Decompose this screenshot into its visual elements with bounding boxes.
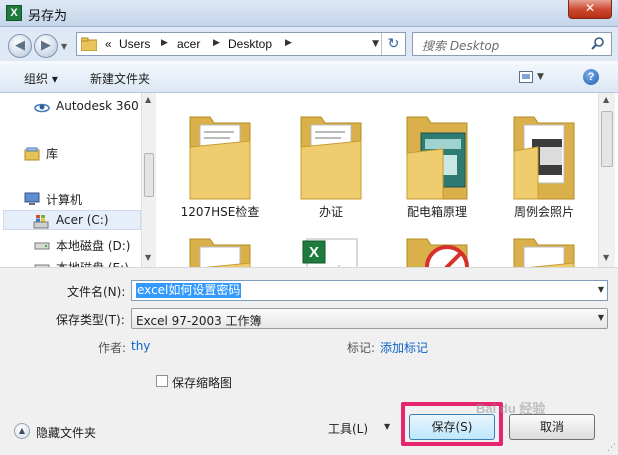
refresh-icon[interactable]: ↻ bbox=[381, 33, 405, 55]
folder-icon bbox=[513, 116, 575, 200]
help-icon[interactable]: ? bbox=[583, 69, 599, 85]
watermark-logo: Bai du 经验 bbox=[476, 401, 546, 416]
save-button[interactable]: 保存(S) bbox=[409, 414, 495, 440]
filename-field[interactable]: excel如何设置密码 ▼ bbox=[131, 280, 608, 301]
scroll-thumb[interactable] bbox=[144, 153, 154, 197]
breadcrumb-acer[interactable]: acer bbox=[177, 37, 200, 51]
save-options-panel: 文件名(N): excel如何设置密码 ▼ 保存类型(T): Excel 97-… bbox=[0, 267, 618, 455]
search-box[interactable]: 搜索 Desktop bbox=[412, 32, 612, 56]
file-item-distribution-box[interactable]: 配电箱原理 bbox=[389, 93, 485, 219]
folder-icon bbox=[406, 238, 469, 267]
filetype-label: 保存类型(T): bbox=[56, 313, 125, 327]
file-item[interactable]: X bbox=[283, 215, 379, 267]
tags-value[interactable]: 添加标记 bbox=[380, 339, 428, 356]
scroll-thumb[interactable] bbox=[601, 111, 613, 167]
excel-app-icon: X bbox=[6, 5, 22, 21]
windows-drive-icon bbox=[33, 215, 49, 229]
excel-file-icon: X bbox=[302, 238, 358, 267]
navigation-bar: ◀ ▶ ▼ « Users ▶ acer ▶ Desktop ▶ ▼ ↻ 搜索 … bbox=[0, 27, 618, 61]
large-icons-icon bbox=[519, 71, 533, 83]
scroll-up-icon[interactable]: ▲ bbox=[603, 95, 609, 104]
tags-label: 标记: bbox=[347, 341, 376, 355]
chevron-up-icon: ▲ bbox=[14, 423, 30, 439]
new-folder-button[interactable]: 新建文件夹 bbox=[90, 70, 150, 87]
hide-folders-label: 隐藏文件夹 bbox=[36, 426, 97, 440]
chevron-right-icon[interactable]: ▶ bbox=[213, 38, 220, 48]
breadcrumb-overflow[interactable]: « bbox=[105, 37, 112, 51]
scroll-up-icon[interactable]: ▲ bbox=[145, 95, 151, 104]
author-label: 作者: bbox=[98, 341, 127, 355]
search-icon[interactable] bbox=[591, 36, 605, 50]
file-list-scrollbar[interactable]: ▲ ▼ bbox=[598, 93, 615, 267]
chevron-right-icon[interactable]: ▶ bbox=[285, 38, 292, 48]
navigation-pane: Autodesk 360 库 计算机 Acer (C:) 本地磁盘 (D:) ▲… bbox=[0, 93, 156, 267]
folder-icon bbox=[513, 238, 575, 267]
command-bar: 组织 ▾ 新建文件夹 ▼ ? bbox=[0, 61, 618, 93]
organize-menu[interactable]: 组织 ▾ bbox=[24, 70, 58, 87]
filetype-select[interactable]: Excel 97-2003 工作簿 ▼ bbox=[131, 308, 608, 329]
library-icon bbox=[24, 147, 40, 161]
filename-input[interactable]: excel如何设置密码 bbox=[136, 283, 242, 298]
recent-locations-dropdown[interactable]: ▼ bbox=[61, 42, 67, 51]
folder-icon bbox=[189, 116, 251, 200]
filetype-value: Excel 97-2003 工作簿 bbox=[136, 314, 262, 328]
file-item[interactable] bbox=[389, 215, 485, 267]
folder-icon bbox=[300, 116, 362, 200]
file-item-weekly-photos[interactable]: 周例会照片 bbox=[496, 93, 592, 219]
autodesk-360-icon bbox=[34, 103, 50, 113]
file-item[interactable] bbox=[496, 215, 592, 267]
file-item-1207hse[interactable]: 1207HSE检查 bbox=[172, 93, 268, 219]
breadcrumb-desktop[interactable]: Desktop bbox=[228, 37, 272, 51]
filename-label: 文件名(N): bbox=[67, 285, 126, 299]
search-input[interactable]: 搜索 Desktop bbox=[422, 37, 499, 54]
scroll-down-icon[interactable]: ▼ bbox=[145, 253, 151, 262]
chevron-right-icon[interactable]: ▶ bbox=[161, 38, 168, 48]
forward-button[interactable]: ▶ bbox=[34, 34, 58, 58]
scroll-down-icon[interactable]: ▼ bbox=[603, 253, 609, 262]
save-thumbnail-checkbox[interactable] bbox=[156, 375, 168, 387]
title-bar: X 另存为 ✕ bbox=[0, 0, 618, 27]
folder-icon bbox=[189, 238, 251, 267]
file-item[interactable] bbox=[172, 215, 268, 267]
file-item-banzheng[interactable]: 办证 bbox=[283, 93, 379, 219]
address-dropdown-icon[interactable]: ▼ bbox=[372, 39, 379, 49]
svg-text:X: X bbox=[309, 244, 319, 261]
cancel-button[interactable]: 取消 bbox=[509, 414, 595, 440]
window-title: 另存为 bbox=[28, 9, 68, 24]
hard-disk-icon bbox=[34, 264, 50, 267]
file-list: 1207HSE检查 办证 配电箱原理 周例会照片 X bbox=[156, 93, 618, 267]
computer-icon bbox=[24, 192, 40, 205]
save-thumbnail-label[interactable]: 保存缩略图 bbox=[172, 374, 232, 391]
author-value[interactable]: thy bbox=[131, 339, 150, 353]
folder-icon bbox=[406, 116, 468, 200]
address-bar[interactable]: « Users ▶ acer ▶ Desktop ▶ ▼ ↻ bbox=[76, 32, 406, 56]
chevron-down-icon[interactable]: ▼ bbox=[598, 313, 604, 322]
sidebar-item-acer-c[interactable]: Acer (C:) bbox=[3, 210, 141, 230]
back-button[interactable]: ◀ bbox=[8, 34, 32, 58]
chevron-down-icon: ▼ bbox=[384, 422, 391, 431]
close-button[interactable]: ✕ bbox=[568, 0, 612, 19]
breadcrumb-users[interactable]: Users bbox=[119, 37, 150, 51]
hard-disk-icon bbox=[34, 242, 50, 250]
folder-icon bbox=[81, 37, 97, 51]
chevron-down-icon[interactable]: ▼ bbox=[598, 285, 604, 294]
tools-label: 工具(L) bbox=[328, 422, 369, 436]
resize-grip-icon[interactable]: ⋰ bbox=[607, 443, 616, 453]
chevron-down-icon: ▼ bbox=[537, 72, 544, 82]
view-options-icon[interactable]: ▼ bbox=[519, 69, 549, 85]
tools-menu[interactable]: 工具(L) ▼ bbox=[328, 418, 398, 440]
nav-scrollbar[interactable]: ▲ ▼ bbox=[141, 93, 156, 267]
